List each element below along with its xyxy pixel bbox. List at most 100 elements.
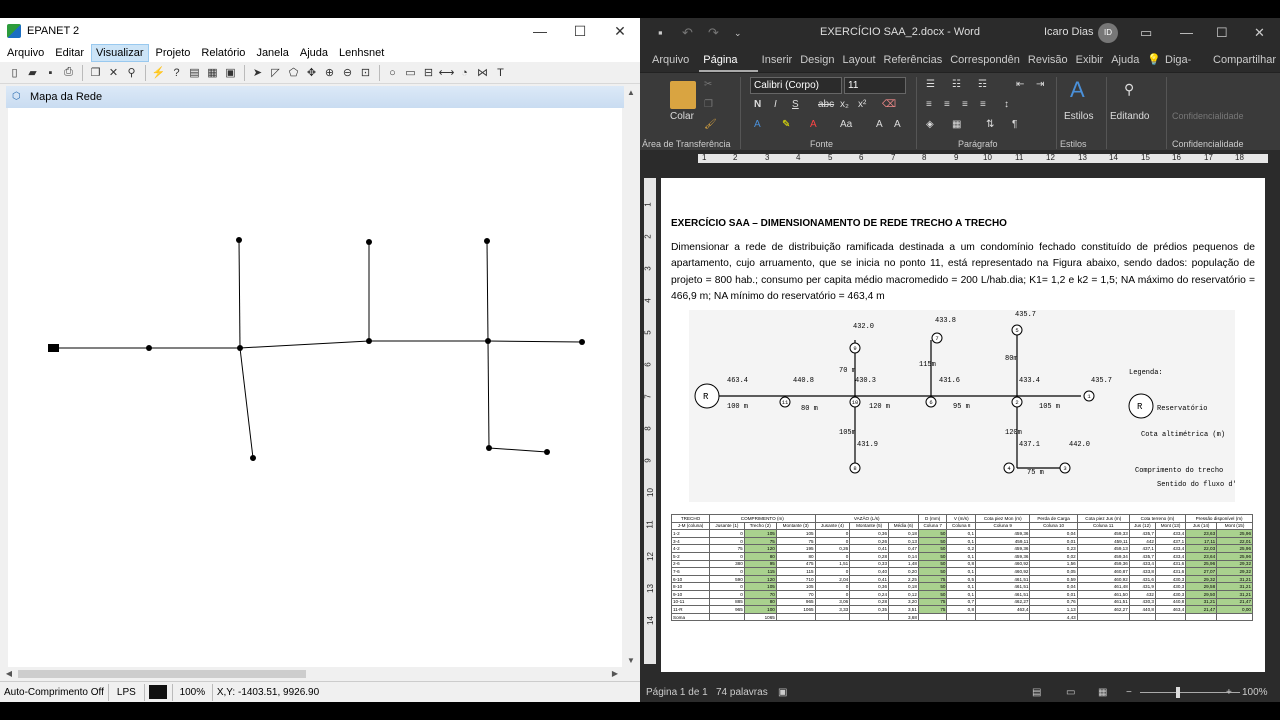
table-cell[interactable]: 7-6 [670,567,711,576]
scroll-right-icon[interactable]: ▶ [608,667,622,681]
tab-arquivo[interactable]: Arquivo [648,48,693,72]
add-pipe-icon[interactable]: ⟷ [438,64,455,81]
pipe[interactable] [239,340,370,349]
table-cell[interactable]: 461,50 [1076,589,1130,599]
junction-node[interactable] [579,339,585,345]
table-cell[interactable]: 23,64 [1185,551,1218,561]
table-cell[interactable]: 3,06 [814,597,851,607]
scroll-left-icon[interactable]: ◀ [2,667,16,681]
scrollbar-thumb[interactable] [18,670,306,678]
strikethrough-icon[interactable]: abc [818,99,834,110]
table-cell[interactable]: 115 [743,567,777,576]
table-cell[interactable]: 461,51 [974,574,1031,584]
network-map[interactable] [8,108,622,667]
format-painter-icon[interactable]: 🖌 [704,119,717,130]
print-layout-icon[interactable]: ▭ [1066,687,1075,698]
table-cell[interactable]: 105 [743,529,777,538]
table-cell[interactable] [1128,612,1156,622]
pipe[interactable] [488,447,548,453]
table-cell[interactable]: 459,34 [1076,551,1130,561]
table-cell[interactable]: 0 [814,589,851,599]
show-marks-icon[interactable]: ¶ [1012,119,1017,130]
clear-format-icon[interactable]: ⌫ [882,99,896,110]
table-cell[interactable]: 8-10 [670,582,711,591]
table-cell[interactable]: 0 [709,536,745,546]
menu-editar[interactable]: Editar [51,44,88,62]
junction-node[interactable] [366,338,372,344]
justify-icon[interactable]: ≡ [980,99,986,110]
table-cell[interactable]: 0,5 [946,574,976,584]
table-cell[interactable]: 29,32 [1216,559,1253,569]
ribbon-display-icon[interactable]: ▭ [1140,25,1152,41]
junction-node[interactable] [484,238,490,244]
pipe[interactable] [238,239,241,349]
zoom-out-icon[interactable]: ⊖ [339,64,356,81]
table-cell[interactable]: 5-2 [670,551,711,561]
table-cell[interactable]: 380 [709,559,745,569]
zoom-level[interactable]: 100% [1242,687,1268,698]
table-cell[interactable]: 80 [775,551,816,561]
table-cell[interactable]: 1,48 [888,559,919,569]
query-icon[interactable]: ? [168,64,185,81]
table-cell[interactable]: 463,4 [1154,605,1187,614]
table-cell[interactable]: 0,41 [849,574,890,584]
junction-node[interactable] [366,239,372,245]
table-cell[interactable]: 461,51 [1076,597,1130,607]
table-cell[interactable]: 0 [814,582,851,591]
table-cell[interactable]: 431,6 [1128,574,1156,584]
table-cell[interactable]: 0,1 [946,589,976,599]
table-cell[interactable]: 433,4 [1154,529,1187,538]
numbering-icon[interactable]: ☷ [952,79,961,90]
superscript-icon[interactable]: x² [858,99,866,110]
bullets-icon[interactable]: ☰ [926,79,935,90]
table-cell[interactable]: 460,92 [974,567,1031,576]
table-cell[interactable]: 0,1 [946,551,976,561]
map-horizontal-scrollbar[interactable]: ◀ ▶ [2,667,624,681]
table-cell[interactable]: 475 [775,559,816,569]
table-cell[interactable]: 105 [775,582,816,591]
table-cell[interactable]: 1,56 [1029,559,1078,569]
table-cell[interactable] [1216,612,1253,622]
junction-node[interactable] [146,345,152,351]
table-cell[interactable]: 80 [743,551,777,561]
table-cell[interactable]: 433,8 [1128,567,1156,576]
table-cell[interactable]: 0,26 [849,536,890,546]
vertical-ruler[interactable]: 1 2 3 4 5 6 7 8 9 10 11 12 13 14 [644,178,656,664]
network-map-canvas[interactable] [8,108,622,667]
shading-icon[interactable]: ◈ [926,119,934,130]
minimize-button[interactable]: — [520,18,560,44]
table-cell[interactable]: 0,1 [946,536,976,546]
table-cell[interactable]: 965 [775,597,816,607]
table-cell[interactable]: 1-2 [670,529,711,538]
styles-icon[interactable]: A [1070,77,1085,103]
line-spacing-icon[interactable]: ↕ [1004,99,1009,110]
table-cell[interactable]: 430,3 [1154,582,1187,591]
table-cell[interactable]: 430,3 [1128,597,1156,607]
table-cell[interactable]: 0,35 [849,605,890,614]
print-icon[interactable]: ⎙ [60,64,77,81]
table-cell[interactable]: 431,6 [1154,559,1187,569]
junction-node[interactable] [236,237,242,243]
table-cell[interactable]: 459,11 [1076,536,1130,546]
table-cell[interactable]: 459,36 [974,544,1031,553]
close-button[interactable]: ✕ [1254,25,1265,41]
add-junction-icon[interactable]: ○ [384,64,401,81]
select-arrow-icon[interactable]: ➤ [249,64,266,81]
table-cell[interactable]: 590 [709,574,745,584]
table-cell[interactable]: 0 [709,582,745,591]
table-cell[interactable]: 0,13 [888,536,919,546]
table-cell[interactable]: 0,36 [849,529,890,538]
scroll-up-icon[interactable]: ▲ [624,86,638,100]
table-cell[interactable]: 31,21 [1185,597,1218,607]
table-cell[interactable]: 120 [743,544,777,553]
table-cell[interactable]: 462,27 [974,597,1031,607]
copy-icon[interactable]: ❐ [704,99,713,110]
results-table[interactable]: TRECHO COMPRIMENTO (m) VAZÃO (L/s) D (mm) V … [670,514,1253,622]
table-cell[interactable]: 0,02 [1029,551,1078,561]
table-cell[interactable]: 100 [743,605,777,614]
pipe[interactable] [487,340,583,343]
tab-ajuda[interactable]: Ajuda [1107,48,1143,72]
change-case-icon[interactable]: Aa [840,119,852,130]
proofing-icon[interactable]: ▣ [778,687,787,698]
table-cell[interactable]: 1,51 [814,559,851,569]
